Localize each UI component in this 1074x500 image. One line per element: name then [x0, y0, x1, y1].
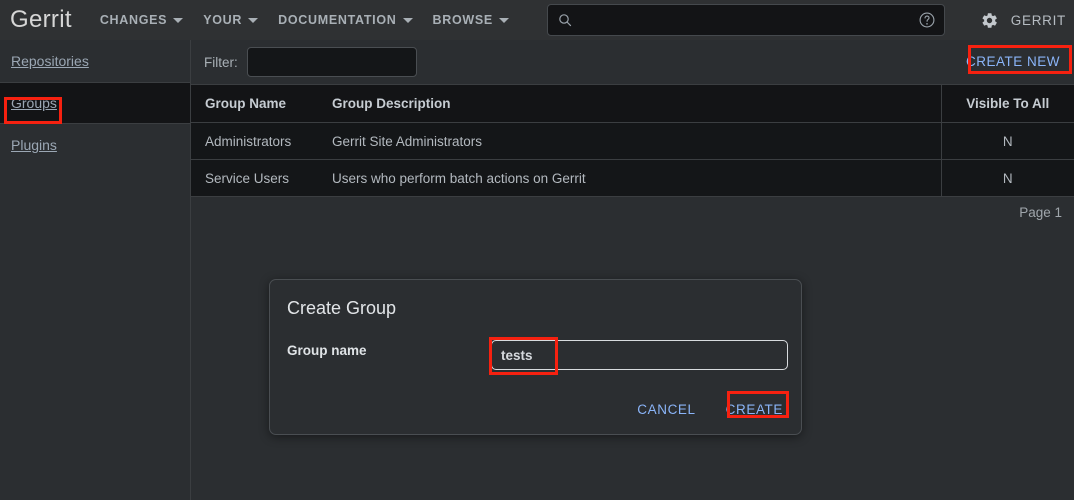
main-nav: CHANGES YOUR DOCUMENTATION BROWSE: [90, 0, 519, 40]
chevron-down-icon: [173, 18, 183, 23]
page-indicator: Page 1: [1019, 205, 1062, 220]
top-header: Gerrit CHANGES YOUR DOCUMENTATION BROWSE: [0, 0, 1074, 40]
group-name-label: Group name: [287, 343, 367, 358]
sidebar-item-repositories-label: Repositories: [11, 53, 89, 69]
cell-group-description: Users who perform batch actions on Gerri…: [318, 160, 941, 197]
account-name: GERRIT: [1011, 13, 1066, 28]
groups-table-body: Administrators Gerrit Site Administrator…: [191, 123, 1074, 197]
filter-bar: Filter: CREATE NEW: [191, 40, 1074, 84]
pagination-row: Page 1: [191, 197, 1074, 237]
help-circle-icon[interactable]: [918, 11, 936, 29]
nav-item-changes-label: CHANGES: [100, 13, 167, 27]
cell-group-description: Gerrit Site Administrators: [318, 123, 941, 160]
create-new-button[interactable]: CREATE NEW: [964, 52, 1062, 71]
gerrit-admin-page: Gerrit CHANGES YOUR DOCUMENTATION BROWSE: [0, 0, 1074, 500]
nav-item-your[interactable]: YOUR: [193, 0, 268, 40]
groups-table-head: Group Name Group Description Visible To …: [191, 85, 1074, 123]
cell-group-name: Administrators: [191, 123, 318, 160]
group-name-input[interactable]: [491, 340, 788, 370]
nav-item-documentation[interactable]: DOCUMENTATION: [268, 0, 422, 40]
groups-table: Group Name Group Description Visible To …: [191, 84, 1074, 197]
chevron-down-icon: [248, 18, 258, 23]
table-row[interactable]: Administrators Gerrit Site Administrator…: [191, 123, 1074, 160]
gear-icon[interactable]: [980, 11, 999, 30]
table-header-row: Group Name Group Description Visible To …: [191, 85, 1074, 123]
cell-visible-to-all: N: [941, 160, 1074, 197]
cell-group-name: Service Users: [191, 160, 318, 197]
nav-item-documentation-label: DOCUMENTATION: [278, 13, 396, 27]
dialog-actions: CANCEL CREATE: [611, 399, 787, 420]
gerrit-logo[interactable]: Gerrit: [10, 6, 72, 34]
sidebar-item-plugins[interactable]: Plugins: [0, 124, 190, 166]
chevron-down-icon: [403, 18, 413, 23]
cancel-button[interactable]: CANCEL: [633, 399, 699, 420]
column-header-group-name: Group Name: [191, 85, 318, 123]
chevron-down-icon: [499, 18, 509, 23]
search-input[interactable]: [573, 5, 918, 35]
nav-item-browse-label: BROWSE: [433, 13, 493, 27]
column-header-visible-to-all: Visible To All: [941, 85, 1074, 123]
column-header-group-description: Group Description: [318, 85, 941, 123]
nav-item-browse[interactable]: BROWSE: [423, 0, 519, 40]
create-button[interactable]: CREATE: [722, 399, 787, 420]
nav-item-changes[interactable]: CHANGES: [90, 0, 193, 40]
sidebar-item-groups-label: Groups: [11, 95, 57, 111]
table-row[interactable]: Service Users Users who perform batch ac…: [191, 160, 1074, 197]
cell-visible-to-all: N: [941, 123, 1074, 160]
search-icon: [557, 12, 573, 28]
sidebar-item-plugins-label: Plugins: [11, 137, 57, 153]
dialog-title: Create Group: [287, 298, 396, 319]
filter-label: Filter:: [204, 55, 238, 70]
account-menu[interactable]: GERRIT: [980, 0, 1066, 40]
create-group-dialog: Create Group Group name CANCEL CREATE: [269, 279, 802, 435]
search-box[interactable]: [547, 4, 945, 36]
filter-input[interactable]: [247, 47, 417, 77]
sidebar-item-groups[interactable]: Groups: [0, 82, 190, 124]
sidebar: Repositories Groups Plugins: [0, 40, 191, 500]
sidebar-item-repositories[interactable]: Repositories: [0, 40, 190, 82]
nav-item-your-label: YOUR: [203, 13, 242, 27]
